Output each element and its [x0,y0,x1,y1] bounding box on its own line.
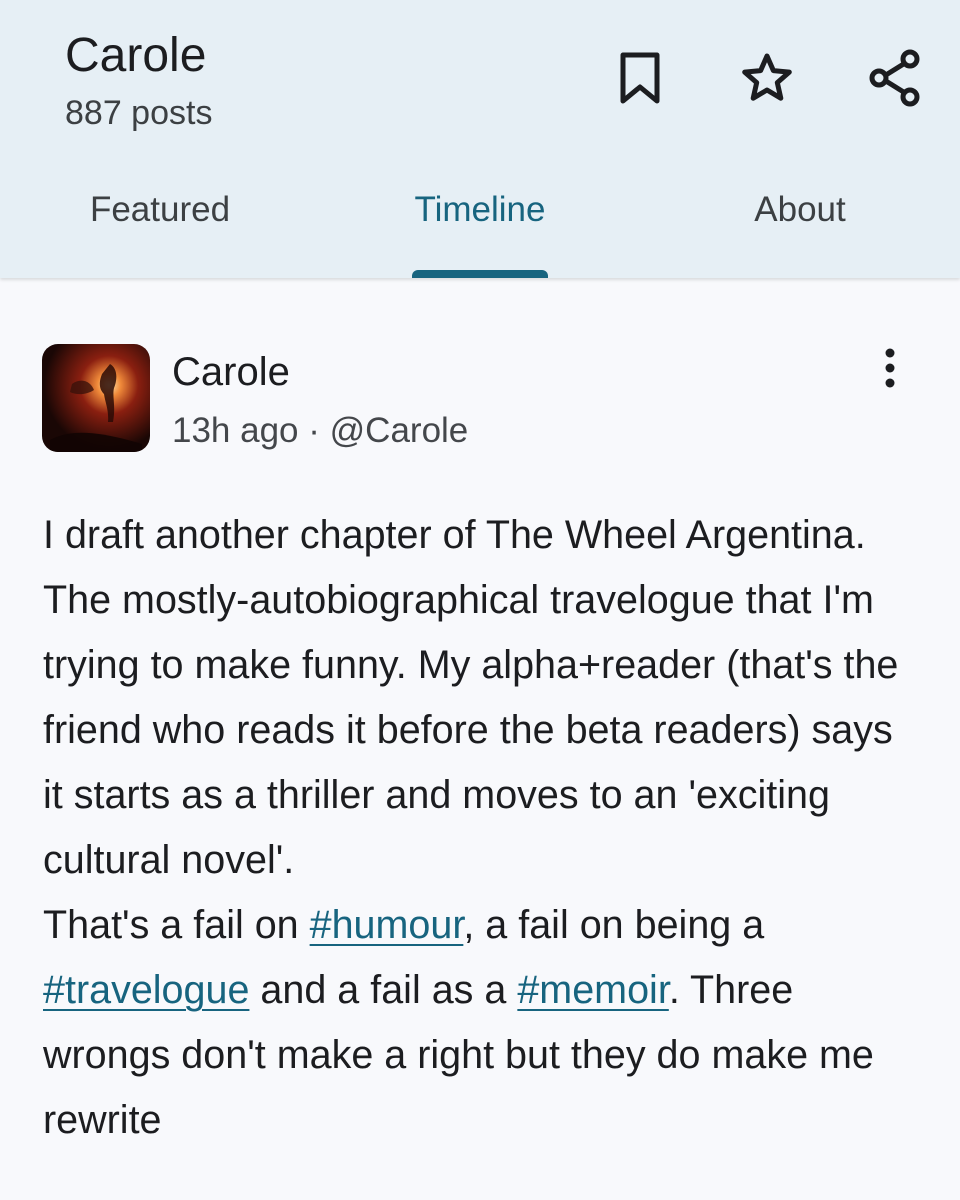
avatar[interactable] [42,344,150,452]
post-count: 887 posts [65,94,213,132]
profile-name: Carole [65,29,207,82]
share-button[interactable] [859,42,931,114]
post-text: and a fail as a [249,968,518,1012]
active-tab-indicator [412,270,548,278]
post-meta: 13h ago · @Carole [172,411,468,451]
hashtag-link-travelogue[interactable]: #travelogue [43,968,249,1012]
tab-timeline[interactable]: Timeline [320,190,640,250]
hashtag-link-memoir[interactable]: #memoir [517,968,668,1012]
post-paragraph: That's a fail on #humour, a fail on bein… [43,893,923,1153]
post-body: I draft another chapter of The Wheel Arg… [43,503,923,1153]
tab-about[interactable]: About [640,190,960,250]
post-text: That's a fail on [43,903,310,947]
post-time[interactable]: 13h ago [172,411,299,450]
post-handle[interactable]: @Carole [330,411,469,450]
tab-featured[interactable]: Featured [0,190,320,250]
star-icon [742,53,792,101]
post-author-name[interactable]: Carole [172,350,290,395]
meta-separator: · [298,411,330,450]
bookmark-button[interactable] [604,42,676,114]
more-options-button[interactable] [866,340,914,396]
hashtag-link-humour[interactable]: #humour [310,903,464,947]
avatar-image [42,344,150,452]
profile-header: Carole 887 posts Featured Timeline About [0,0,960,278]
more-vert-icon [885,348,895,388]
share-icon [869,49,920,107]
post-text: , a fail on being a [463,903,765,947]
post-paragraph: I draft another chapter of The Wheel Arg… [43,513,899,882]
bookmark-icon [620,52,660,104]
favourite-button[interactable] [731,42,803,114]
